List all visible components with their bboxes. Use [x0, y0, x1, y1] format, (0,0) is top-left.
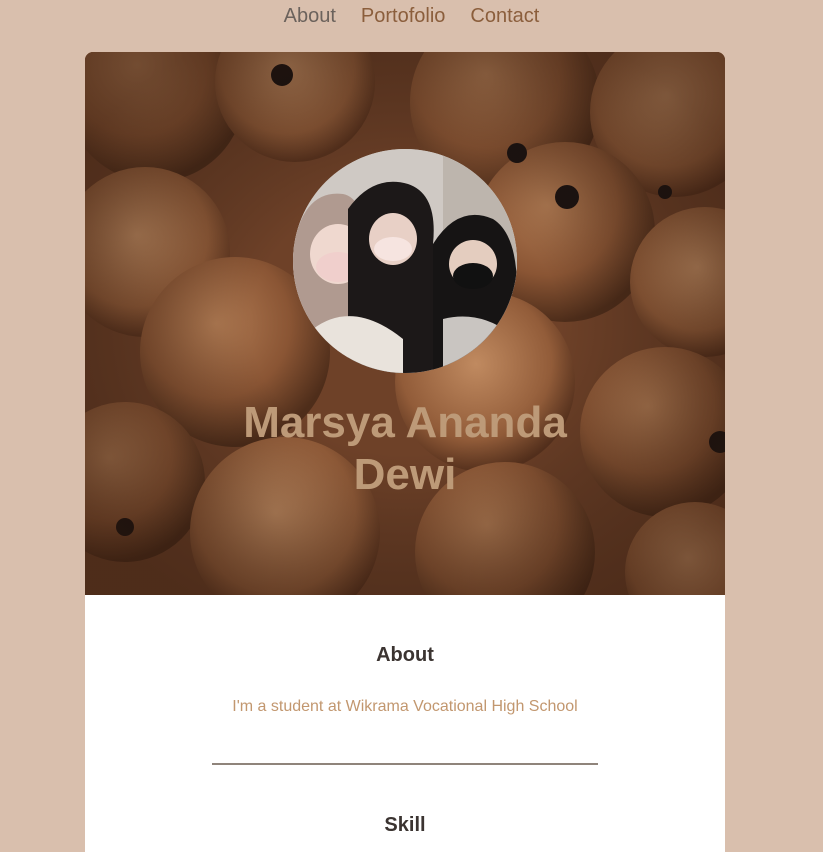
skill-heading: Skill	[384, 814, 426, 836]
hero-section: Marsya Ananda Dewi	[85, 52, 725, 595]
profile-name: Marsya Ananda Dewi	[243, 398, 567, 499]
about-description: I'm a student at Wikrama Vocational High…	[232, 698, 578, 715]
profile-photo-image	[293, 149, 517, 373]
nav-contact-link[interactable]: Contact	[470, 5, 539, 28]
top-nav: About Portofolio Contact	[0, 0, 823, 32]
profile-card: Marsya Ananda Dewi About I'm a student a…	[85, 52, 725, 852]
nav-portfolio-link[interactable]: Portofolio	[361, 5, 446, 28]
section-divider	[212, 763, 598, 765]
about-heading: About	[376, 644, 434, 666]
nav-about-link[interactable]: About	[284, 5, 336, 28]
profile-photo	[293, 149, 517, 373]
